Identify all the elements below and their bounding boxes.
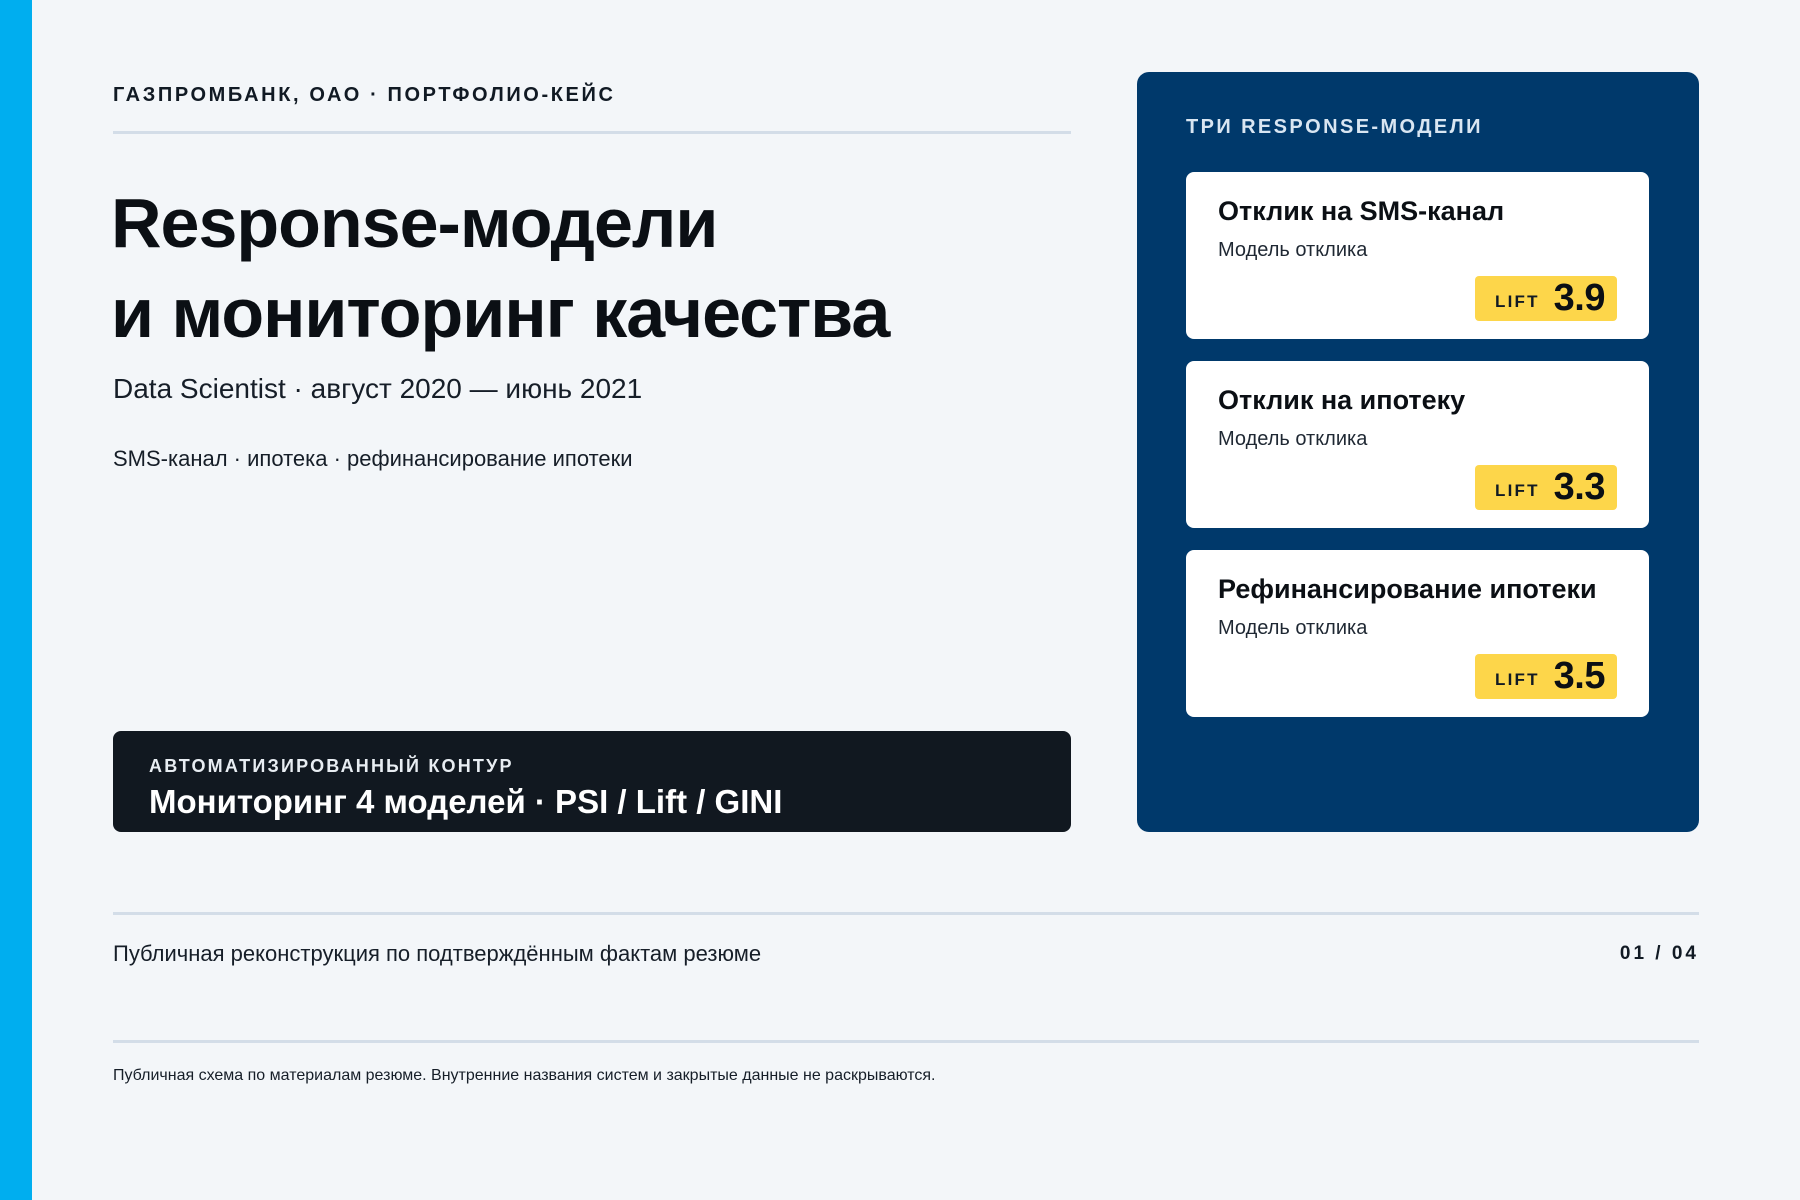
page-counter: 01 / 04 <box>1619 943 1699 964</box>
title-line-1: Response-модели <box>111 184 718 262</box>
lift-value: 3.5 <box>1553 655 1606 697</box>
lift-label: LIFT <box>1494 291 1540 311</box>
footer-note: Публичная реконструкция по подтверждённы… <box>113 941 762 966</box>
panel-title: ТРИ RESPONSE-МОДЕЛИ <box>1186 116 1483 138</box>
model-card-sms: Отклик на SMS-канал Модель отклика LIFT … <box>1186 172 1649 339</box>
monitoring-contour-block: АВТОМАТИЗИРОВАННЫЙ КОНТУР Мониторинг 4 м… <box>113 731 1071 832</box>
card-subtitle: Модель отклика <box>1218 428 1368 450</box>
model-cards: Отклик на SMS-канал Модель отклика LIFT … <box>1186 172 1650 717</box>
card-subtitle: Модель отклика <box>1218 239 1368 261</box>
topic-tags: SMS-канал · ипотека · рефинансирование и… <box>113 446 633 471</box>
card-subtitle: Модель отклика <box>1218 617 1368 639</box>
model-card-refinancing: Рефинансирование ипотеки Модель отклика … <box>1186 550 1649 717</box>
contour-value: Мониторинг 4 моделей · PSI / Lift / GINI <box>149 783 783 820</box>
card-title: Отклик на SMS-канал <box>1218 196 1505 226</box>
card-title: Отклик на ипотеку <box>1218 385 1466 415</box>
role-period: Data Scientist · август 2020 — июнь 2021 <box>113 373 643 404</box>
footer-divider <box>113 912 1699 915</box>
eyebrow-label: ГАЗПРОМБАНК, ОАО · ПОРТФОЛИО-КЕЙС <box>113 84 616 106</box>
lift-value: 3.9 <box>1553 277 1606 319</box>
lift-badge: LIFT 3.9 <box>1474 276 1617 321</box>
models-panel: ТРИ RESPONSE-МОДЕЛИ Отклик на SMS-канал … <box>1137 72 1699 832</box>
slide: ГАЗПРОМБАНК, ОАО · ПОРТФОЛИО-КЕЙС Respon… <box>0 0 1800 1200</box>
lift-label: LIFT <box>1494 480 1540 500</box>
contour-label: АВТОМАТИЗИРОВАННЫЙ КОНТУР <box>149 756 514 776</box>
top-divider <box>113 131 1071 134</box>
card-title: Рефинансирование ипотеки <box>1218 574 1597 604</box>
model-card-mortgage: Отклик на ипотеку Модель отклика LIFT 3.… <box>1186 361 1649 528</box>
lift-badge: LIFT 3.5 <box>1474 654 1617 699</box>
lift-label: LIFT <box>1494 669 1540 689</box>
page-title: Response-модели и мониторинг качества <box>111 178 890 358</box>
accent-bar <box>0 0 32 1200</box>
lift-badge: LIFT 3.3 <box>1474 465 1617 510</box>
bottom-divider <box>113 1040 1699 1043</box>
title-line-2: и мониторинг качества <box>111 274 890 352</box>
lift-value: 3.3 <box>1553 466 1606 508</box>
disclaimer: Публичная схема по материалам резюме. Вн… <box>113 1067 936 1084</box>
